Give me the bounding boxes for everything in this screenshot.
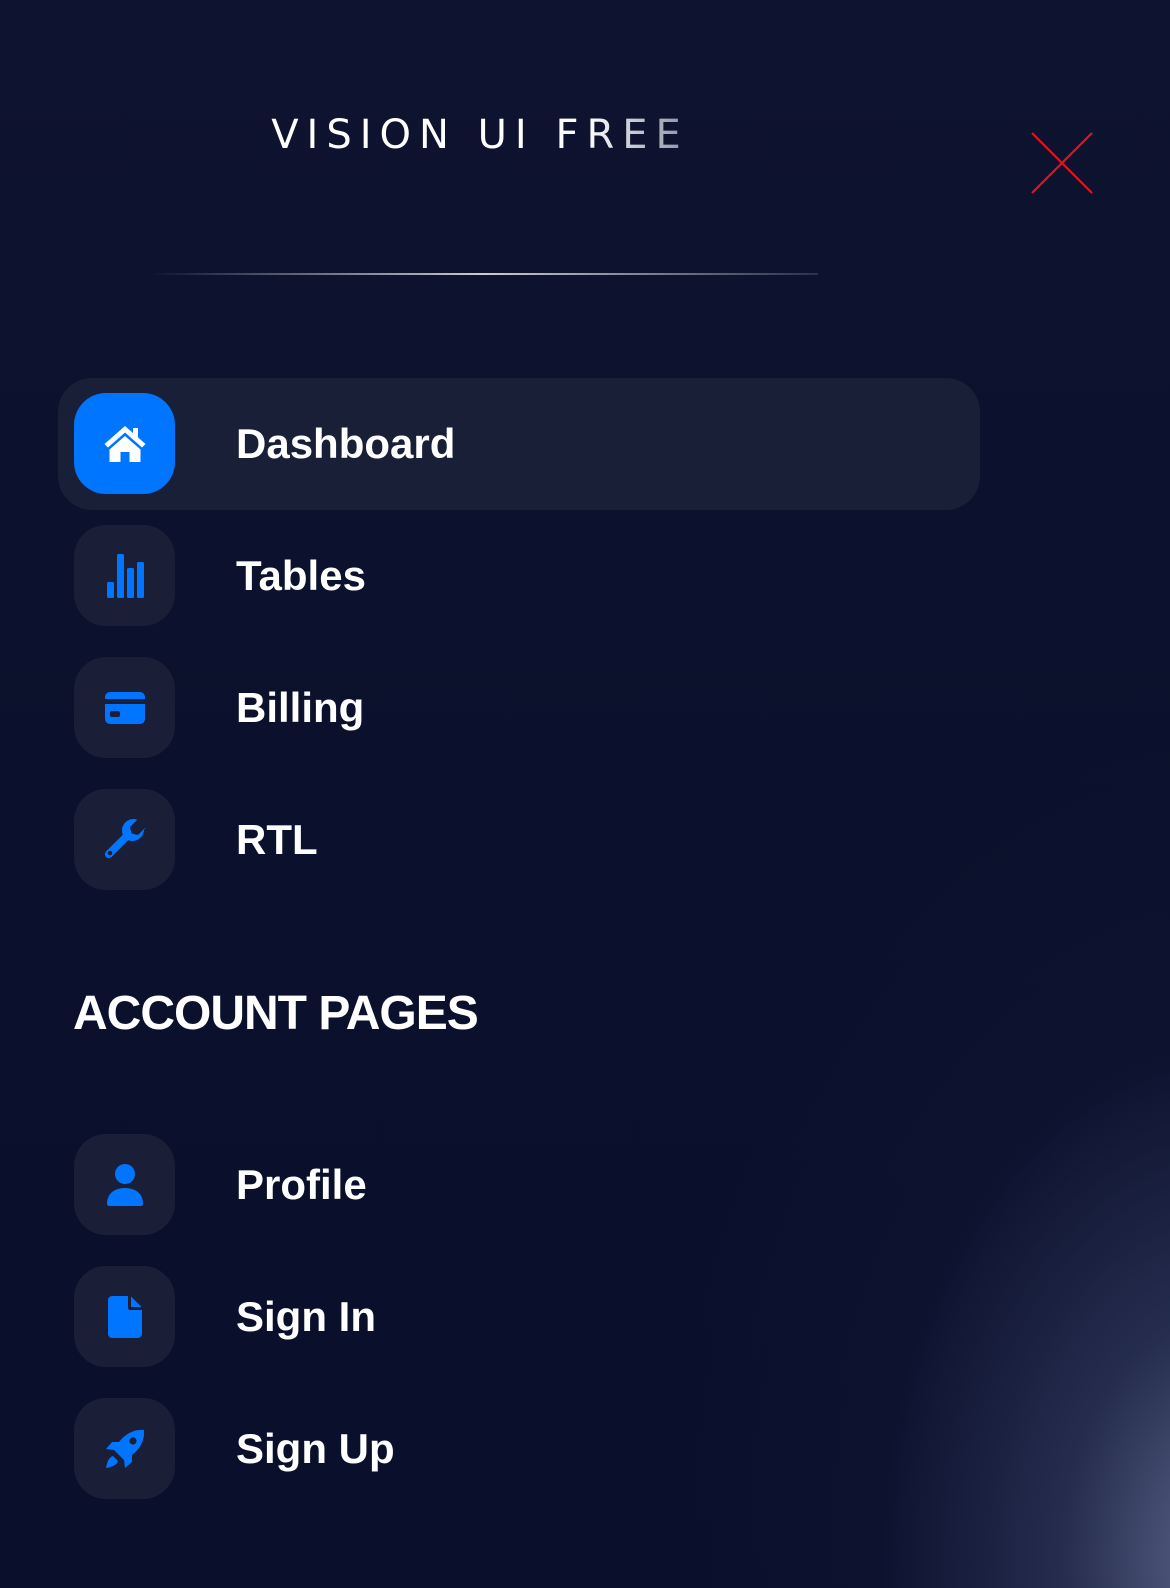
credit-card-icon xyxy=(104,691,145,724)
sidebar-item-tables[interactable]: Tables xyxy=(58,510,980,642)
brand-title-fade: REE xyxy=(586,112,689,158)
tables-icon-box xyxy=(74,525,175,626)
sidebar-item-label: Profile xyxy=(236,1161,367,1208)
sidebar-item-rtl[interactable]: RTL xyxy=(58,774,980,906)
sidebar-item-label: Sign In xyxy=(236,1293,376,1340)
close-button[interactable] xyxy=(1030,131,1094,195)
sidebar-item-dashboard[interactable]: Dashboard xyxy=(58,378,980,510)
sign-up-icon-box xyxy=(74,1398,175,1499)
bar-chart-icon xyxy=(106,553,144,598)
sidebar-item-label: Billing xyxy=(236,684,365,731)
document-icon xyxy=(107,1295,142,1338)
brand-title: VISION UI FREE xyxy=(0,112,960,158)
sidebar-item-label: Sign Up xyxy=(236,1425,395,1472)
sign-in-icon-box xyxy=(74,1266,175,1367)
brand-title-main: VISION UI F xyxy=(271,112,587,158)
user-icon xyxy=(106,1163,143,1206)
sidebar-item-profile[interactable]: Profile xyxy=(58,1119,980,1251)
sidebar-item-sign-in[interactable]: Sign In xyxy=(58,1251,980,1383)
dashboard-icon-box xyxy=(74,393,175,494)
wrench-icon xyxy=(104,818,145,858)
section-title-account-pages: ACCOUNT PAGES xyxy=(73,987,479,1040)
sidebar-item-label: Tables xyxy=(236,552,366,599)
sidebar-item-billing[interactable]: Billing xyxy=(58,642,980,774)
home-icon xyxy=(104,425,145,462)
profile-icon-box xyxy=(74,1134,175,1235)
sidebar-item-label: RTL xyxy=(236,816,318,863)
rocket-icon xyxy=(105,1429,144,1468)
sidebar-item-sign-up[interactable]: Sign Up xyxy=(58,1383,980,1515)
billing-icon-box xyxy=(74,657,175,758)
rtl-icon-box xyxy=(74,789,175,890)
brand-divider xyxy=(150,273,818,275)
close-icon xyxy=(1031,132,1093,194)
sidebar-item-label: Dashboard xyxy=(236,420,456,467)
